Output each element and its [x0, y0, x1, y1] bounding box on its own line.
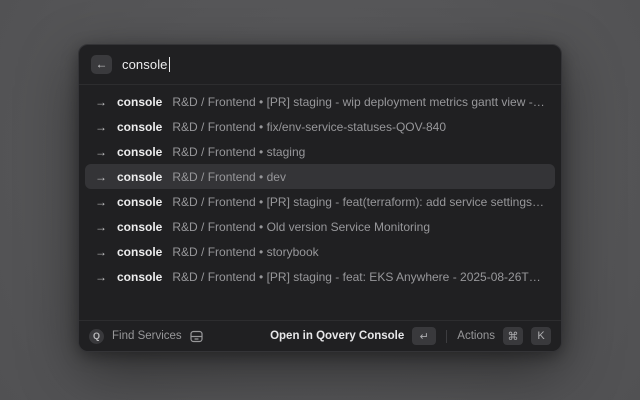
footer-bar: Q Find Services Open in Qovery Console ↵…: [79, 320, 561, 351]
result-service-name: console: [117, 270, 162, 284]
result-row[interactable]: → console R&D / Frontend • storybook: [85, 239, 555, 264]
search-value: console: [122, 57, 168, 72]
arrow-right-icon: →: [95, 95, 107, 109]
footer-right: Open in Qovery Console ↵ Actions ⌘ K: [270, 327, 551, 345]
primary-action-label[interactable]: Open in Qovery Console: [270, 330, 404, 342]
result-row[interactable]: → console R&D / Frontend • Old version S…: [85, 214, 555, 239]
search-bar: ← console: [79, 45, 561, 85]
actions-label[interactable]: Actions: [457, 330, 495, 342]
footer-context-label: Find Services: [112, 330, 182, 342]
results-list: → console R&D / Frontend • [PR] staging …: [79, 85, 561, 320]
result-row[interactable]: → console R&D / Frontend • [PR] staging …: [85, 89, 555, 114]
arrow-right-icon: →: [95, 195, 107, 209]
result-service-name: console: [117, 245, 162, 259]
arrow-right-icon: →: [95, 170, 107, 184]
result-row[interactable]: → console R&D / Frontend • staging: [85, 139, 555, 164]
result-row[interactable]: → console R&D / Frontend • fix/env-servi…: [85, 114, 555, 139]
footer-divider: [446, 330, 447, 343]
result-description: R&D / Frontend • [PR] staging - feat: EK…: [172, 270, 545, 284]
result-description: R&D / Frontend • staging: [172, 145, 305, 159]
command-palette: ← console → console R&D / Frontend • [PR…: [78, 44, 562, 352]
result-description: R&D / Frontend • [PR] staging - wip depl…: [172, 95, 545, 109]
result-row[interactable]: → console R&D / Frontend • dev: [85, 164, 555, 189]
footer-left: Q Find Services: [89, 329, 203, 344]
result-row[interactable]: → console R&D / Frontend • [PR] staging …: [85, 189, 555, 214]
back-button[interactable]: ←: [91, 55, 112, 74]
result-description: R&D / Frontend • dev: [172, 170, 286, 184]
arrow-right-icon: →: [95, 220, 107, 234]
result-description: R&D / Frontend • fix/env-service-statuse…: [172, 120, 446, 134]
arrow-right-icon: →: [95, 270, 107, 284]
result-service-name: console: [117, 120, 162, 134]
qovery-logo-icon: Q: [89, 329, 104, 344]
services-icon: [190, 330, 203, 343]
arrow-right-icon: →: [95, 120, 107, 134]
text-caret: [169, 57, 171, 72]
result-service-name: console: [117, 170, 162, 184]
search-input[interactable]: console: [122, 45, 549, 84]
result-description: R&D / Frontend • Old version Service Mon…: [172, 220, 430, 234]
cmd-keycap[interactable]: ⌘: [503, 327, 523, 345]
result-service-name: console: [117, 220, 162, 234]
k-keycap[interactable]: K: [531, 327, 551, 345]
result-service-name: console: [117, 145, 162, 159]
result-row[interactable]: → console R&D / Frontend • [PR] staging …: [85, 264, 555, 289]
result-description: R&D / Frontend • storybook: [172, 245, 318, 259]
arrow-right-icon: →: [95, 245, 107, 259]
result-service-name: console: [117, 195, 162, 209]
result-service-name: console: [117, 95, 162, 109]
enter-key-icon[interactable]: ↵: [412, 327, 436, 345]
result-description: R&D / Frontend • [PR] staging - feat(ter…: [172, 195, 545, 209]
arrow-right-icon: →: [95, 145, 107, 159]
